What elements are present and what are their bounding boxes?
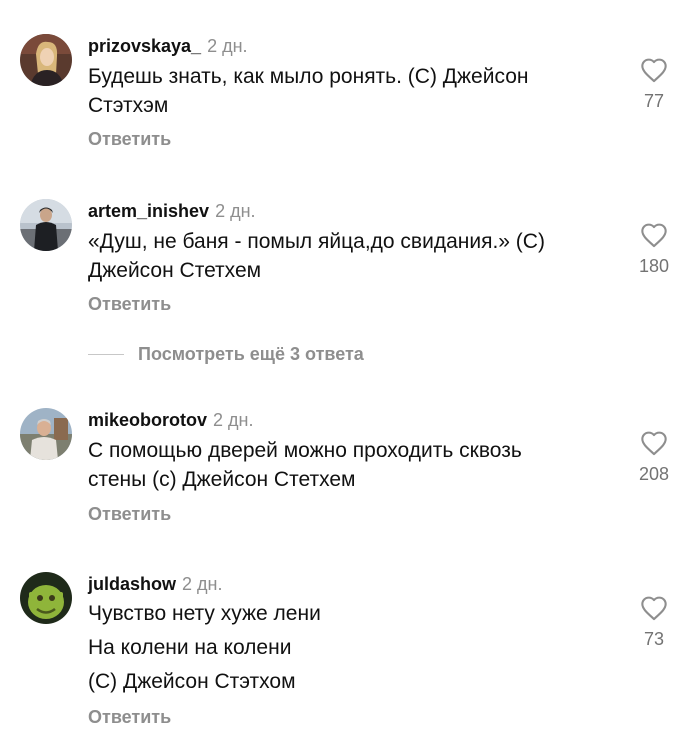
view-more-replies-button[interactable]: Посмотреть ещё 3 ответа: [88, 343, 364, 365]
like-control: 77: [630, 57, 678, 112]
comment-text-line: Стэтхэм: [88, 94, 169, 117]
comment-text-line: (С) Джейсон Стэтхом: [88, 670, 296, 693]
like-count: 208: [638, 464, 670, 484]
heart-outline-icon[interactable]: [640, 57, 668, 83]
comment-text-line: На колени на колени: [88, 636, 292, 659]
comment-time: 2 дн.: [182, 574, 223, 594]
comment-text: «Душ, не баня - помыл яйца,до свидания.»…: [88, 227, 618, 285]
reply-button[interactable]: Ответить: [88, 294, 171, 315]
comment-text: Будешь знать, как мыло ронять. (С) Джейс…: [88, 62, 618, 120]
avatar[interactable]: [20, 572, 72, 624]
like-control: 208: [630, 430, 678, 485]
comment-text-line: С помощью дверей можно проходить сквозь: [88, 439, 522, 462]
username[interactable]: juldashow: [88, 574, 176, 594]
comment-text: С помощью дверей можно проходить сквозь …: [88, 436, 618, 494]
heart-outline-icon[interactable]: [640, 595, 668, 621]
reply-button[interactable]: Ответить: [88, 129, 171, 150]
username[interactable]: prizovskaya_: [88, 36, 201, 56]
avatar[interactable]: [20, 408, 72, 460]
comment-header: artem_inishev 2 дн.: [88, 200, 256, 222]
comment-header: prizovskaya_ 2 дн.: [88, 35, 248, 57]
view-more-replies-label: Посмотреть ещё 3 ответа: [138, 343, 364, 364]
comment-time: 2 дн.: [207, 36, 248, 56]
heart-outline-icon[interactable]: [640, 222, 668, 248]
avatar[interactable]: [20, 34, 72, 86]
like-control: 180: [630, 222, 678, 277]
comment-time: 2 дн.: [215, 201, 256, 221]
comment-time: 2 дн.: [213, 410, 254, 430]
avatar[interactable]: [20, 199, 72, 251]
divider: [88, 353, 124, 355]
comment-text-line: Джейсон Стетхем: [88, 259, 262, 282]
like-control: 73: [630, 595, 678, 650]
username[interactable]: artem_inishev: [88, 201, 209, 221]
heart-outline-icon[interactable]: [640, 430, 668, 456]
like-count: 77: [643, 91, 665, 111]
comment-text-line: Чувство нету хуже лени: [88, 602, 321, 625]
comment-text: Чувство нету хуже лени На колени на коле…: [88, 597, 618, 699]
comment-header: mikeoborotov 2 дн.: [88, 409, 253, 431]
comment-text-line: «Душ, не баня - помыл яйца,до свидания.»…: [88, 230, 545, 253]
like-count: 73: [643, 629, 665, 649]
username[interactable]: mikeoborotov: [88, 410, 207, 430]
comment-text-line: стены (с) Джейсон Стетхем: [88, 468, 356, 491]
reply-button[interactable]: Ответить: [88, 504, 171, 525]
comment-text-line: Будешь знать, как мыло ронять. (С) Джейс…: [88, 65, 529, 88]
comment-header: juldashow 2 дн.: [88, 573, 222, 595]
like-count: 180: [638, 256, 670, 276]
reply-button[interactable]: Ответить: [88, 707, 171, 728]
